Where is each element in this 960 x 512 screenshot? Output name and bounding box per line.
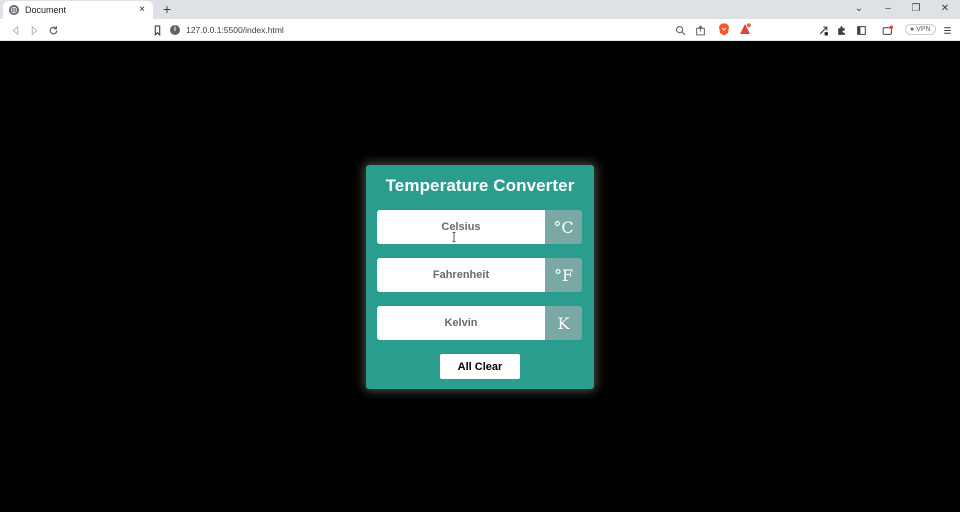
tab-title: Document	[25, 5, 67, 15]
sidebar-icon[interactable]	[854, 23, 868, 37]
leo-ai-icon[interactable]	[816, 23, 830, 37]
vpn-button[interactable]: ● VPN	[905, 24, 936, 35]
celsius-row: °C	[377, 210, 582, 244]
bookmark-icon[interactable]	[150, 23, 164, 37]
converter-card: Temperature Converter °C °F K All Clear	[366, 165, 594, 389]
browser-tab-strip: Document × + ⌄ – ❐ ✕	[0, 0, 960, 19]
globe-icon	[9, 5, 19, 15]
wallet-icon[interactable]	[880, 23, 894, 37]
all-clear-button[interactable]: All Clear	[440, 354, 520, 379]
brave-rewards-icon[interactable]	[739, 23, 751, 36]
kelvin-row: K	[377, 306, 582, 340]
brave-shields-icon[interactable]	[718, 23, 730, 36]
celsius-unit-label: °C	[545, 210, 582, 244]
share-icon[interactable]	[693, 23, 707, 37]
extensions-icon[interactable]	[834, 23, 848, 37]
kelvin-unit-label: K	[545, 306, 582, 340]
new-tab-button[interactable]: +	[160, 2, 174, 16]
reload-icon[interactable]	[46, 23, 60, 37]
converter-title: Temperature Converter	[385, 176, 575, 195]
text-cursor-icon	[452, 232, 456, 242]
site-info-icon[interactable]: i	[170, 25, 180, 35]
menu-icon[interactable]	[940, 23, 954, 37]
kelvin-input[interactable]	[377, 306, 545, 340]
fahrenheit-input[interactable]	[377, 258, 545, 292]
browser-tab[interactable]: Document ×	[3, 1, 153, 19]
tab-close-icon[interactable]: ×	[137, 5, 147, 15]
forward-icon[interactable]	[27, 23, 41, 37]
tab-search-icon[interactable]: ⌄	[852, 2, 866, 16]
zoom-icon[interactable]	[673, 23, 687, 37]
page-viewport: Temperature Converter °C °F K All Clear	[0, 42, 960, 512]
url-text: 127.0.0.1:5500/index.html	[186, 25, 284, 35]
celsius-input[interactable]	[377, 210, 545, 244]
close-window-button[interactable]: ✕	[938, 2, 952, 16]
address-bar[interactable]: i 127.0.0.1:5500/index.html	[170, 21, 760, 39]
fahrenheit-row: °F	[377, 258, 582, 292]
browser-toolbar: i 127.0.0.1:5500/index.html ● VPN	[0, 19, 960, 41]
restore-button[interactable]: ❐	[909, 2, 923, 16]
fahrenheit-unit-label: °F	[545, 258, 582, 292]
minimize-button[interactable]: –	[881, 2, 895, 16]
back-icon[interactable]	[8, 23, 22, 37]
